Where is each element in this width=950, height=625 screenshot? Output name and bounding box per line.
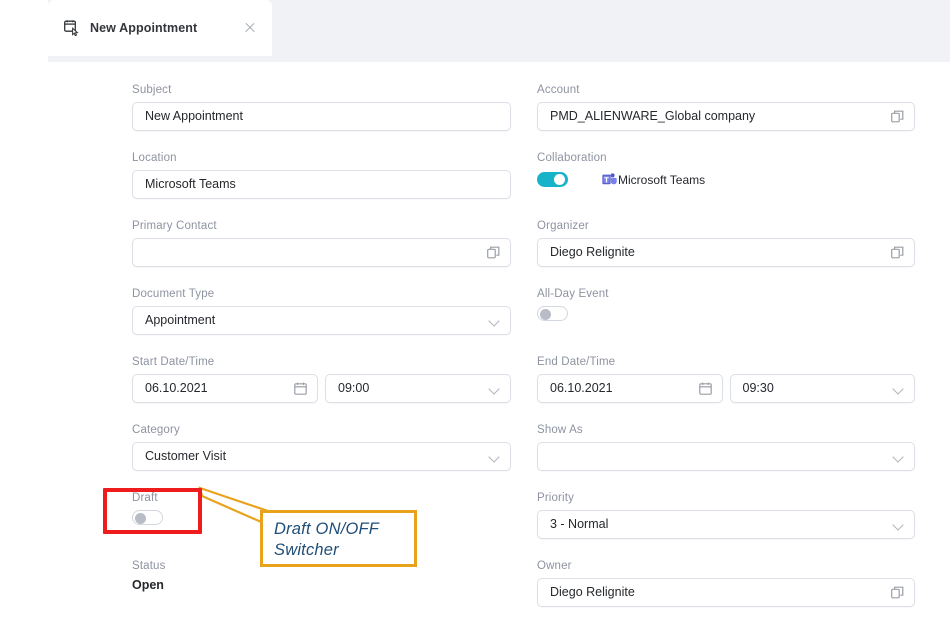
field-all-day-event: All-Day Event: [537, 287, 915, 326]
subject-value: New Appointment: [145, 110, 243, 123]
label-priority: Priority: [537, 492, 574, 504]
value-help-icon[interactable]: [487, 246, 500, 259]
status-value: Open: [132, 578, 164, 592]
value-help-icon[interactable]: [891, 110, 904, 123]
document-type-select[interactable]: Appointment: [132, 306, 511, 335]
draft-highlight-box: [103, 488, 202, 534]
chevron-down-icon[interactable]: [489, 383, 500, 394]
label-organizer: Organizer: [537, 220, 589, 232]
chevron-down-icon[interactable]: [893, 383, 904, 394]
label-category: Category: [132, 424, 180, 436]
field-subject: Subject New Appointment: [132, 83, 511, 131]
tab-strip: New Appointment: [48, 0, 950, 62]
chevron-down-icon[interactable]: [489, 451, 500, 462]
all-day-event-toggle[interactable]: [537, 306, 568, 321]
label-document-type: Document Type: [132, 288, 215, 300]
chevron-down-icon[interactable]: [893, 519, 904, 530]
organizer-value: Diego Relignite: [550, 246, 635, 259]
end-time-select[interactable]: 09:30: [729, 374, 915, 403]
label-primary-contact: Primary Contact: [132, 220, 217, 232]
location-input[interactable]: Microsoft Teams: [132, 170, 511, 199]
account-input[interactable]: PMD_ALIENWARE_Global company: [537, 102, 915, 131]
calendar-icon[interactable]: [294, 382, 307, 395]
field-start-datetime: Start Date/Time 06.10.2021 09:00: [132, 355, 511, 403]
label-account: Account: [537, 84, 580, 96]
collaboration-toggle[interactable]: [537, 172, 568, 187]
label-collaboration: Collaboration: [537, 152, 607, 164]
field-priority: Priority 3 - Normal: [537, 491, 915, 539]
chevron-down-icon[interactable]: [489, 315, 500, 326]
label-end-datetime: End Date/Time: [537, 356, 616, 368]
microsoft-teams-icon: [602, 173, 617, 185]
annotation-callout: Draft ON/OFF Switcher: [260, 510, 417, 567]
value-help-icon[interactable]: [891, 246, 904, 259]
end-date-value: 06.10.2021: [550, 382, 613, 395]
organizer-input[interactable]: Diego Relignite: [537, 238, 915, 267]
tab-label: New Appointment: [90, 21, 198, 35]
show-as-select[interactable]: [537, 442, 915, 471]
end-datetime-group: 06.10.2021 09:30: [537, 374, 915, 403]
field-organizer: Organizer Diego Relignite: [537, 219, 915, 267]
field-collaboration: Collaboration Microsoft Teams: [537, 151, 915, 189]
annotation-callout-text: Draft ON/OFF Switcher: [274, 520, 380, 559]
category-select[interactable]: Customer Visit: [132, 442, 511, 471]
tab-new-appointment[interactable]: New Appointment: [48, 0, 272, 56]
field-location: Location Microsoft Teams: [132, 151, 511, 199]
form-body: Subject New Appointment Location Microso…: [0, 62, 950, 625]
appointment-form-page: New Appointment Subject New Appointment …: [0, 0, 950, 625]
start-date-input[interactable]: 06.10.2021: [132, 374, 318, 403]
calendar-icon[interactable]: [698, 382, 712, 395]
field-owner: Owner Diego Relignite: [537, 559, 915, 607]
start-time-value: 09:00: [338, 382, 370, 395]
owner-value: Diego Relignite: [550, 586, 635, 599]
start-datetime-group: 06.10.2021 09:00: [132, 374, 511, 403]
end-time-value: 09:30: [742, 382, 774, 395]
start-date-value: 06.10.2021: [145, 382, 208, 395]
priority-value: 3 - Normal: [550, 518, 609, 531]
all-day-event-toggle-knob: [540, 309, 551, 320]
category-value: Customer Visit: [145, 450, 227, 463]
field-primary-contact: Primary Contact: [132, 219, 511, 267]
owner-input[interactable]: Diego Relignite: [537, 578, 915, 607]
priority-select[interactable]: 3 - Normal: [537, 510, 915, 539]
account-value: PMD_ALIENWARE_Global company: [550, 110, 756, 123]
label-subject: Subject: [132, 84, 172, 96]
start-time-select[interactable]: 09:00: [325, 374, 511, 403]
label-all-day-event: All-Day Event: [537, 288, 609, 300]
value-help-icon[interactable]: [891, 586, 904, 599]
field-category: Category Customer Visit: [132, 423, 511, 471]
chevron-down-icon[interactable]: [893, 451, 904, 462]
collaboration-row: Microsoft Teams: [537, 170, 915, 189]
label-start-datetime: Start Date/Time: [132, 356, 215, 368]
label-show-as: Show As: [537, 424, 583, 436]
label-location: Location: [132, 152, 177, 164]
collaboration-app-label: Microsoft Teams: [618, 172, 706, 187]
document-type-value: Appointment: [145, 314, 216, 327]
collaboration-app: Microsoft Teams: [602, 172, 705, 187]
close-icon[interactable]: [242, 20, 258, 36]
field-account: Account PMD_ALIENWARE_Global company: [537, 83, 915, 131]
subject-input[interactable]: New Appointment: [132, 102, 511, 131]
location-value: Microsoft Teams: [145, 178, 236, 191]
primary-contact-input[interactable]: [132, 238, 511, 267]
field-show-as: Show As: [537, 423, 915, 471]
end-date-input[interactable]: 06.10.2021: [537, 374, 723, 403]
field-end-datetime: End Date/Time 06.10.2021 09:30: [537, 355, 915, 403]
collaboration-toggle-knob: [554, 174, 565, 185]
field-document-type: Document Type Appointment: [132, 287, 511, 335]
appointment-icon: [64, 20, 79, 36]
label-owner: Owner: [537, 560, 572, 572]
